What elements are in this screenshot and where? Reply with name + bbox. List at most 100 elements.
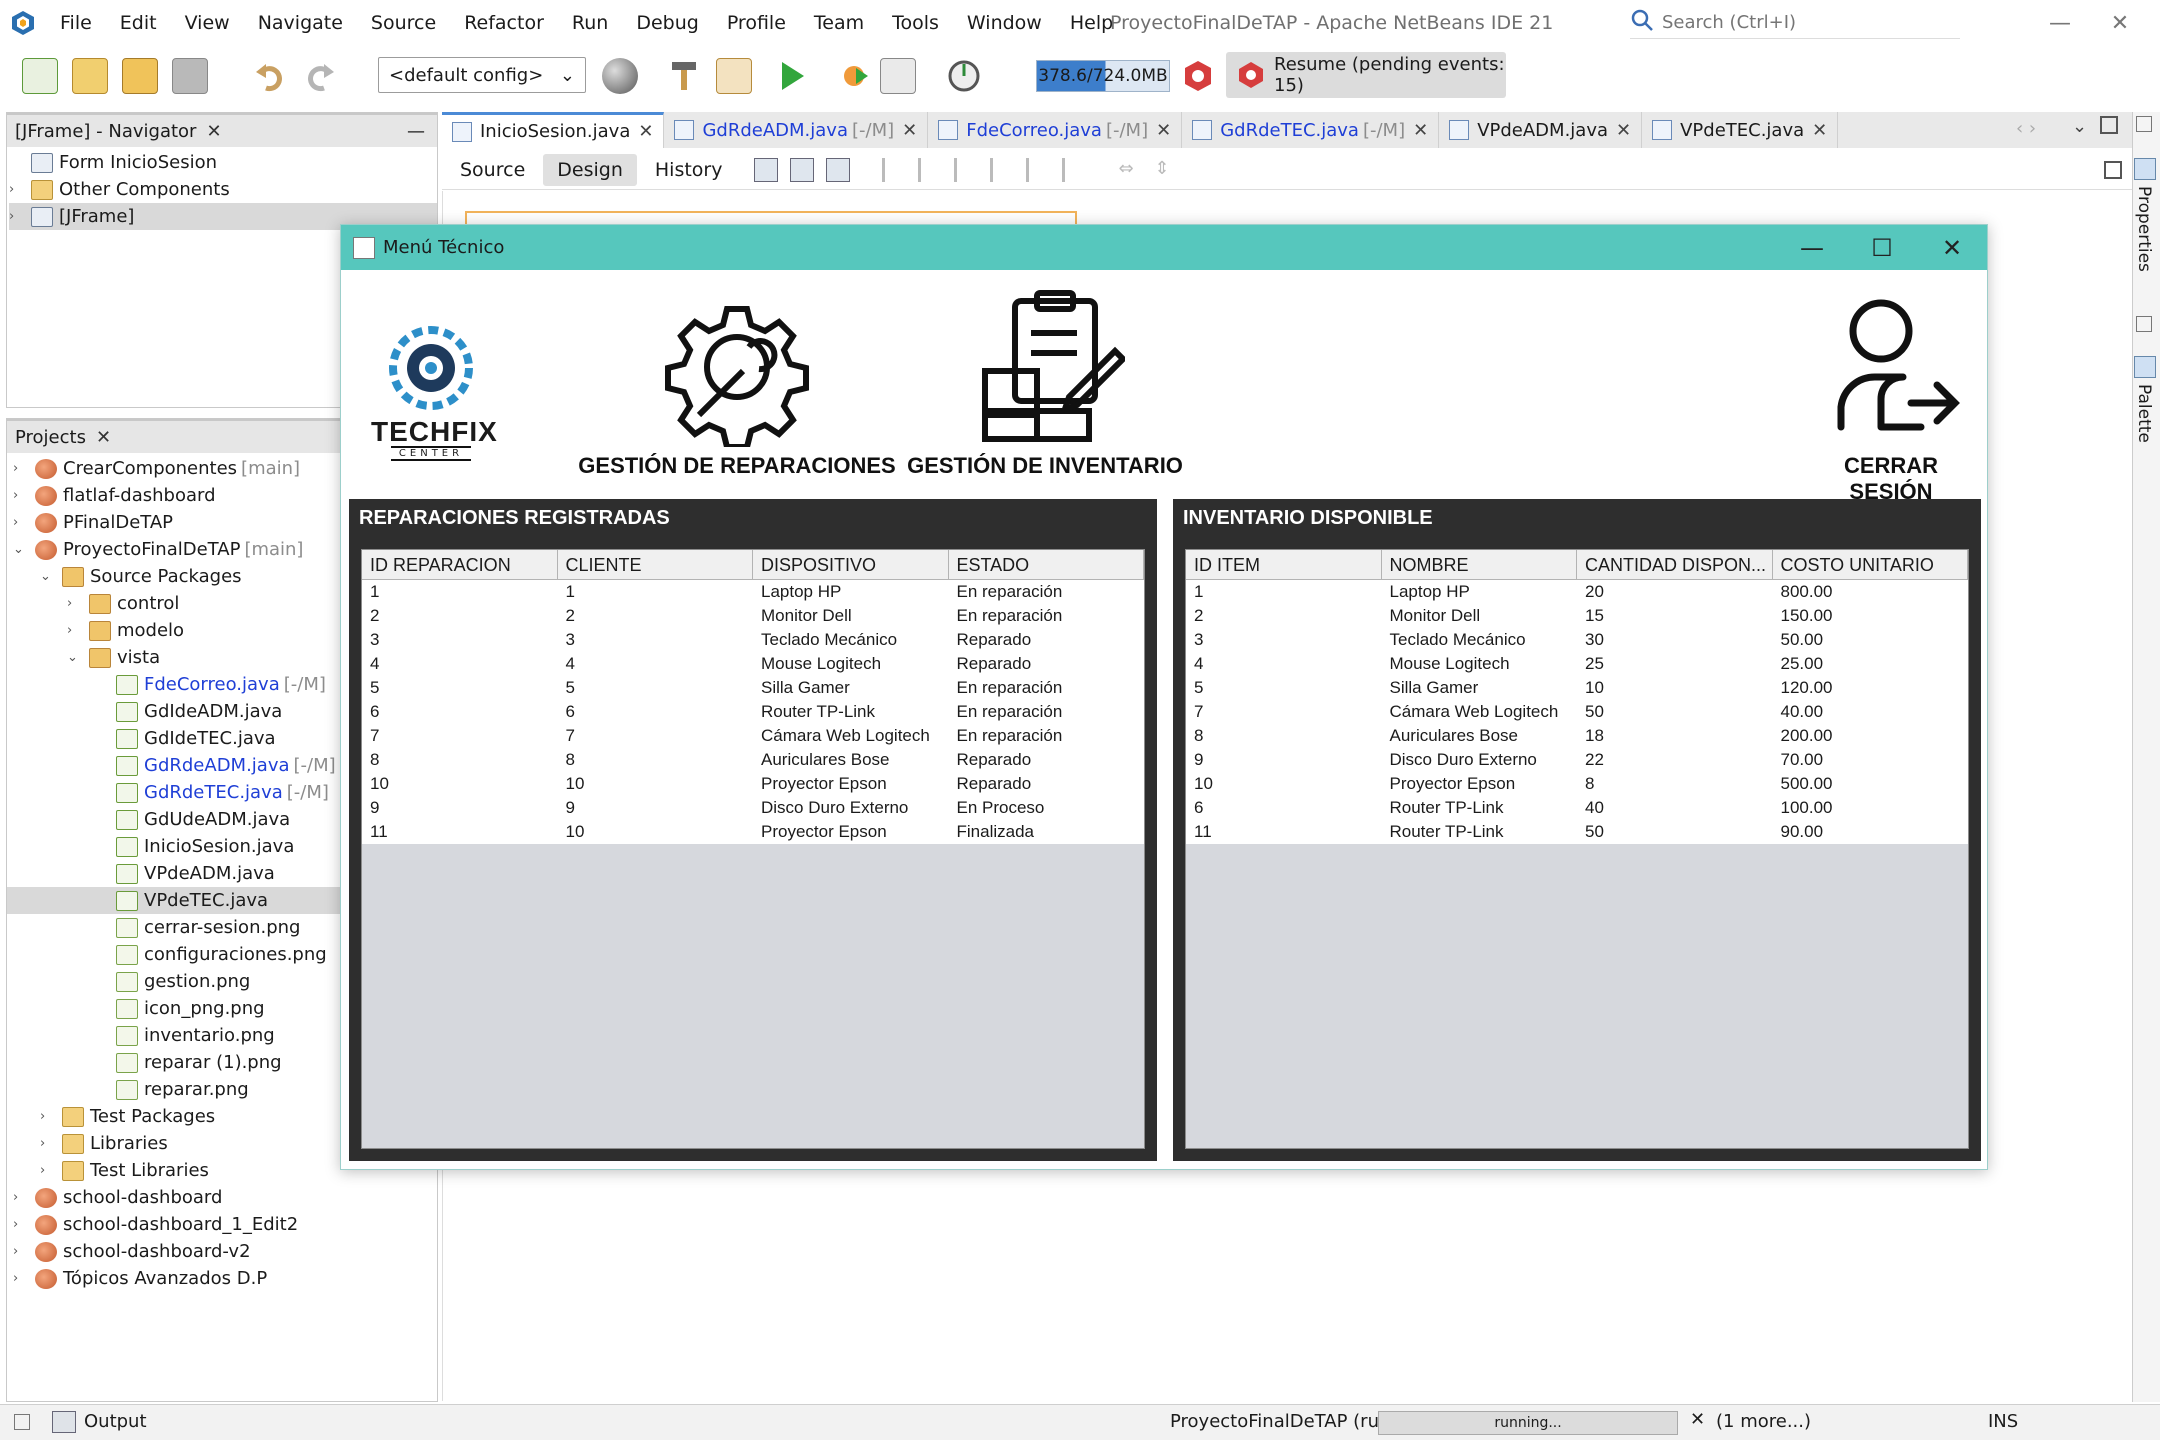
config-select[interactable]: <default config> ⌄ (378, 57, 586, 93)
column-header[interactable]: DISPOSITIVO (753, 550, 949, 579)
jframe-maximize-button[interactable]: ☐ (1847, 225, 1917, 270)
column-header[interactable]: ESTADO (949, 550, 1144, 579)
menu-item[interactable]: Profile (713, 0, 800, 46)
preview-design-icon[interactable] (826, 157, 851, 182)
align-top-icon[interactable] (990, 157, 1014, 182)
search-input[interactable] (1662, 12, 1942, 33)
memory-usage-bar[interactable]: 378.6/724.0MB (1036, 60, 1170, 92)
restore-icon[interactable] (2136, 316, 2152, 332)
properties-tab[interactable]: Properties (2134, 186, 2154, 272)
project-tree-node[interactable]: › school-dashboard (7, 1184, 437, 1211)
table-row[interactable]: 7 7 Cámara Web Logitech En reparación (362, 724, 1144, 748)
chevron-right-icon[interactable]: › (13, 482, 27, 509)
table-row[interactable]: 8 Auriculares Bose 18 200.00 (1186, 724, 1968, 748)
inventory-management-button[interactable]: GESTIÓN DE INVENTARIO (895, 287, 1195, 479)
project-tree-node[interactable]: › school-dashboard-v2 (7, 1238, 437, 1265)
source-view-button[interactable]: Source (446, 154, 539, 186)
palette-toggle-icon[interactable] (2104, 160, 2122, 179)
close-tab-icon[interactable]: ✕ (1413, 120, 1428, 141)
table-row[interactable]: 6 Router TP-Link 40 100.00 (1186, 796, 1968, 820)
column-header[interactable]: ID REPARACION (362, 550, 558, 579)
navigator-node[interactable]: Form InicioSesion (9, 149, 437, 176)
chevron-down-icon[interactable]: ⌄ (13, 536, 27, 563)
editor-tab[interactable]: InicioSesion.java ✕ (442, 112, 665, 148)
restore-icon[interactable] (14, 1414, 30, 1430)
column-header[interactable]: CLIENTE (558, 550, 753, 579)
profile-gauge-icon[interactable] (946, 58, 982, 94)
chevron-right-icon[interactable]: › (13, 509, 27, 536)
table-row[interactable]: 10 10 Proyector Epson Reparado (362, 772, 1144, 796)
table-row[interactable]: 6 6 Router TP-Link En reparación (362, 700, 1144, 724)
table-row[interactable]: 3 3 Teclado Mecánico Reparado (362, 628, 1144, 652)
repairs-management-button[interactable]: GESTIÓN DE REPARACIONES (577, 287, 897, 479)
minimize-window-button[interactable]: — (2030, 0, 2090, 46)
align-bottom-icon[interactable] (1026, 157, 1050, 182)
align-right-icon[interactable] (918, 157, 942, 182)
align-center-icon[interactable] (954, 157, 978, 182)
search-box[interactable] (1630, 7, 1960, 39)
menu-item[interactable]: Navigate (244, 0, 357, 46)
debug-icon[interactable] (836, 58, 872, 94)
editor-tab[interactable]: VPdeTEC.java ✕ (1642, 112, 1839, 148)
menu-item[interactable]: File (46, 0, 106, 46)
undo-icon[interactable] (252, 58, 288, 94)
column-header[interactable]: COSTO UNITARIO (1773, 550, 1968, 579)
maximize-editor-icon[interactable] (2100, 116, 2118, 134)
table-row[interactable]: 5 Silla Gamer 10 120.00 (1186, 676, 1968, 700)
globe-icon[interactable] (602, 58, 638, 94)
table-row[interactable]: 1 Laptop HP 20 800.00 (1186, 580, 1968, 604)
close-tab-icon[interactable]: ✕ (1812, 120, 1827, 141)
logout-button[interactable]: CERRAR SESIÓN (1801, 287, 1981, 505)
restore-icon[interactable] (2136, 116, 2152, 132)
editor-tab[interactable]: VPdeADM.java ✕ (1439, 112, 1643, 148)
gc-icon[interactable] (1180, 58, 1216, 94)
close-icon[interactable]: ✕ (96, 427, 111, 448)
new-file-icon[interactable] (22, 58, 58, 94)
build-hammer-icon[interactable] (666, 58, 702, 94)
selection-mode-icon[interactable] (754, 157, 779, 182)
table-row[interactable]: 11 10 Proyector Epson Finalizada (362, 820, 1144, 844)
menu-item[interactable]: Refactor (450, 0, 558, 46)
menu-item[interactable]: Debug (622, 0, 712, 46)
editor-tab[interactable]: GdRdeADM.java [-/M] ✕ (664, 112, 929, 148)
chevron-right-icon[interactable]: › (67, 617, 81, 644)
jframe-close-button[interactable]: ✕ (1917, 225, 1987, 270)
chevron-right-icon[interactable]: › (40, 1130, 54, 1157)
menu-item[interactable]: Edit (106, 0, 171, 46)
chevron-right-icon[interactable]: › (13, 1211, 27, 1238)
project-tree-node[interactable]: › Tópicos Avanzados D.P (7, 1265, 437, 1292)
table-row[interactable]: 4 Mouse Logitech 25 25.00 (1186, 652, 1968, 676)
tab-scroll-icon[interactable]: ‹ › (2016, 118, 2036, 139)
new-project-icon[interactable] (72, 58, 108, 94)
redo-icon[interactable] (302, 58, 338, 94)
run-icon[interactable] (774, 58, 810, 94)
design-view-button[interactable]: Design (543, 153, 637, 186)
table-row[interactable]: 11 Router TP-Link 50 90.00 (1186, 820, 1968, 844)
more-tasks-link[interactable]: (1 more...) (1716, 1411, 1811, 1432)
resume-button[interactable]: Resume (pending events: 15) (1226, 52, 1506, 98)
minimize-icon[interactable]: — (407, 121, 425, 142)
close-tab-icon[interactable]: ✕ (1156, 120, 1171, 141)
resize-horizontal-icon[interactable]: ⇔ (1118, 158, 1142, 182)
menu-item[interactable]: Source (357, 0, 450, 46)
table-row[interactable]: 9 9 Disco Duro Externo En Proceso (362, 796, 1144, 820)
clean-build-icon[interactable] (716, 58, 752, 94)
table-row[interactable]: 2 2 Monitor Dell En reparación (362, 604, 1144, 628)
editor-tab[interactable]: GdRdeTEC.java [-/M] ✕ (1182, 112, 1440, 148)
editor-tab[interactable]: FdeCorreo.java [-/M] ✕ (928, 112, 1183, 148)
table-row[interactable]: 8 8 Auriculares Bose Reparado (362, 748, 1144, 772)
jframe-minimize-button[interactable]: — (1777, 225, 1847, 270)
connection-mode-icon[interactable] (790, 157, 815, 182)
chevron-right-icon[interactable]: › (9, 176, 23, 203)
table-row[interactable]: 1 1 Laptop HP En reparación (362, 580, 1144, 604)
menu-item[interactable]: Window (953, 0, 1056, 46)
menu-item[interactable]: Team (800, 0, 878, 46)
menu-item[interactable]: Tools (878, 0, 953, 46)
open-project-icon[interactable] (122, 58, 158, 94)
table-row[interactable]: 9 Disco Duro Externo 22 70.00 (1186, 748, 1968, 772)
chevron-down-icon[interactable]: ⌄ (40, 563, 54, 590)
align-left-icon[interactable] (882, 157, 906, 182)
chevron-right-icon[interactable]: › (40, 1103, 54, 1130)
chevron-right-icon[interactable]: › (13, 1184, 27, 1211)
chevron-down-icon[interactable]: ⌄ (67, 644, 81, 671)
